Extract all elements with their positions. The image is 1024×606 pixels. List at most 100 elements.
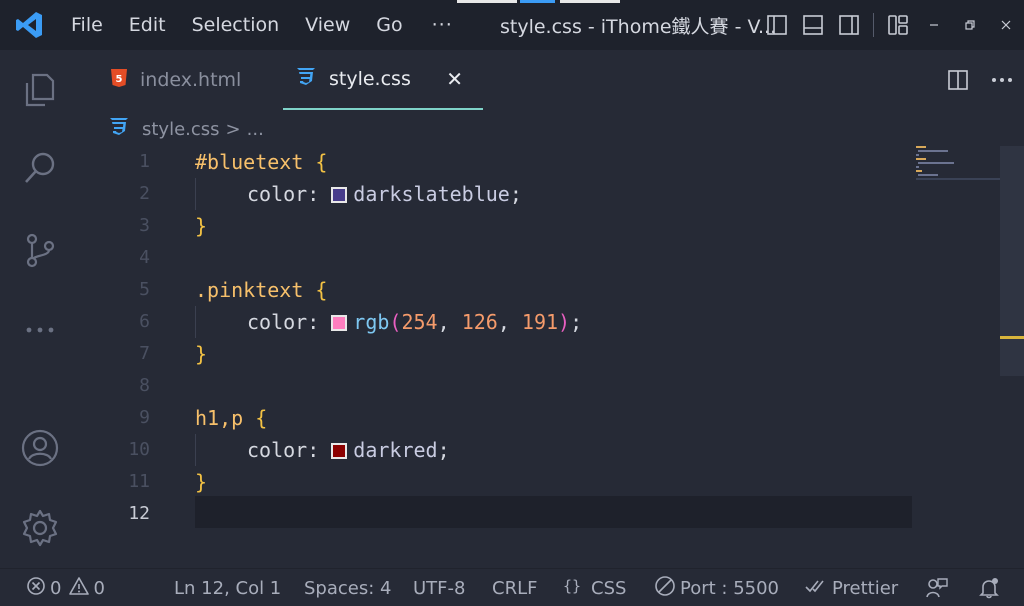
code-line: color: darkslateblue;: [247, 178, 522, 210]
toggle-panel-icon[interactable]: [795, 0, 831, 50]
current-line-highlight: [195, 496, 912, 528]
indentation[interactable]: Spaces: 4: [304, 569, 391, 606]
minimap-line: [918, 162, 954, 164]
code-line: .pinktext {: [195, 274, 327, 306]
minimap-line: [916, 158, 926, 160]
line-ending[interactable]: CRLF: [492, 569, 537, 606]
menu-selection[interactable]: Selection: [179, 0, 293, 50]
css-number: 126: [461, 310, 498, 334]
language-mode[interactable]: {} CSS: [563, 569, 626, 606]
error-icon: [26, 576, 50, 601]
menu-go[interactable]: Go: [363, 0, 415, 50]
line-number: 1: [139, 151, 150, 172]
css-selector: #bluetext: [195, 150, 304, 174]
split-editor-icon[interactable]: [936, 50, 980, 110]
svg-text:{}: {}: [563, 577, 581, 595]
minimap-line: [918, 150, 948, 152]
code-line: }: [195, 210, 207, 242]
css-property: color:: [247, 438, 320, 462]
minimap-line: [916, 178, 1002, 180]
restore-icon[interactable]: [952, 0, 988, 50]
prettier-status[interactable]: Prettier: [804, 569, 898, 606]
code-comma: ,: [437, 310, 462, 334]
close-tab-icon[interactable]: ✕: [446, 67, 463, 91]
css3-icon: [108, 116, 130, 143]
activity-bar: [0, 50, 80, 568]
tab-index-html[interactable]: 5 index.html: [98, 50, 288, 110]
cursor-position[interactable]: Ln 12, Col 1: [174, 569, 281, 606]
search-icon[interactable]: [0, 128, 80, 208]
code-brace: {: [315, 150, 328, 174]
code-line: }: [195, 338, 207, 370]
minimap-line: [916, 146, 926, 148]
explorer-icon[interactable]: [0, 50, 80, 130]
breadcrumb-file[interactable]: style.css: [142, 119, 220, 140]
title-accent-bar: [457, 0, 517, 3]
line-number: 6: [139, 311, 150, 332]
tab-label: style.css: [329, 68, 411, 90]
color-swatch-darkslateblue[interactable]: [331, 187, 348, 203]
accounts-icon[interactable]: [0, 408, 80, 488]
menu-view[interactable]: View: [292, 0, 363, 50]
color-swatch-darkred[interactable]: [331, 443, 348, 459]
vscode-logo-icon: [0, 0, 58, 50]
live-server-port[interactable]: Port : 5500: [654, 569, 779, 606]
menu-file[interactable]: File: [58, 0, 116, 50]
encoding[interactable]: UTF-8: [413, 569, 465, 606]
css-number: 254: [401, 310, 438, 334]
toggle-secondary-sidebar-icon[interactable]: [831, 0, 867, 50]
line-number: 11: [128, 471, 150, 492]
more-views-icon[interactable]: [0, 290, 80, 370]
line-number: 12: [128, 503, 150, 524]
more-actions-icon[interactable]: [980, 50, 1024, 110]
notifications-bell-icon[interactable]: [978, 569, 1004, 606]
css-property: color:: [247, 182, 320, 206]
indent-guide: [195, 306, 196, 338]
html5-icon: 5: [110, 68, 128, 92]
line-number: 9: [139, 407, 150, 428]
problems-indicator[interactable]: 0 0: [26, 569, 105, 606]
code-brace: {: [255, 406, 268, 430]
breadcrumb[interactable]: style.css > ...: [108, 114, 264, 144]
css-value: darkred: [353, 438, 438, 462]
double-check-icon: [804, 576, 832, 601]
menu-edit[interactable]: Edit: [116, 0, 179, 50]
minimap-line: [918, 174, 938, 176]
source-control-icon[interactable]: [0, 210, 80, 290]
warning-icon: [69, 576, 93, 601]
separator: [873, 13, 874, 37]
minimap-line: [916, 170, 922, 172]
vertical-scrollbar[interactable]: [1000, 146, 1024, 376]
port-label: Port : 5500: [680, 577, 779, 599]
tab-label: index.html: [140, 69, 242, 91]
editor-tab-bar: 5 index.html style.css ✕: [80, 50, 1024, 110]
language-label: CSS: [591, 577, 627, 599]
toggle-primary-sidebar-icon[interactable]: [759, 0, 795, 50]
menu-more-button[interactable]: ···: [416, 14, 469, 36]
customize-layout-icon[interactable]: [880, 0, 916, 50]
warning-count: 0: [93, 577, 105, 599]
minimap[interactable]: [912, 146, 1002, 206]
css-selector: h1,p: [195, 406, 244, 430]
menu-bar: File Edit Selection View Go ···: [58, 0, 469, 50]
window-title: style.css - iThome鐵人賽 - V...: [500, 16, 777, 38]
code-paren: ): [558, 310, 571, 334]
indent-guide: [195, 178, 196, 210]
language-braces-icon: {}: [563, 576, 591, 601]
css-selector: .pinktext: [195, 278, 304, 302]
title-controls: [759, 0, 1024, 50]
css-function: rgb: [353, 310, 390, 334]
title-bar: File Edit Selection View Go ··· style.cs…: [0, 0, 1024, 50]
indent-guide: [195, 434, 196, 466]
code-line: color: darkred;: [247, 434, 450, 466]
feedback-icon[interactable]: [925, 569, 953, 606]
settings-gear-icon[interactable]: [0, 488, 80, 568]
minimize-icon[interactable]: [916, 0, 952, 50]
color-swatch-pink[interactable]: [331, 315, 348, 331]
breadcrumb-more[interactable]: ...: [247, 119, 264, 140]
scrollbar-marker: [1000, 336, 1024, 339]
tab-style-css[interactable]: style.css ✕: [283, 50, 483, 110]
line-number: 8: [139, 375, 150, 396]
code-editor[interactable]: 1 2 3 4 5 6 7 8 9 10 11 12 #bluetext { c…: [80, 146, 1000, 566]
close-window-icon[interactable]: [988, 0, 1024, 50]
